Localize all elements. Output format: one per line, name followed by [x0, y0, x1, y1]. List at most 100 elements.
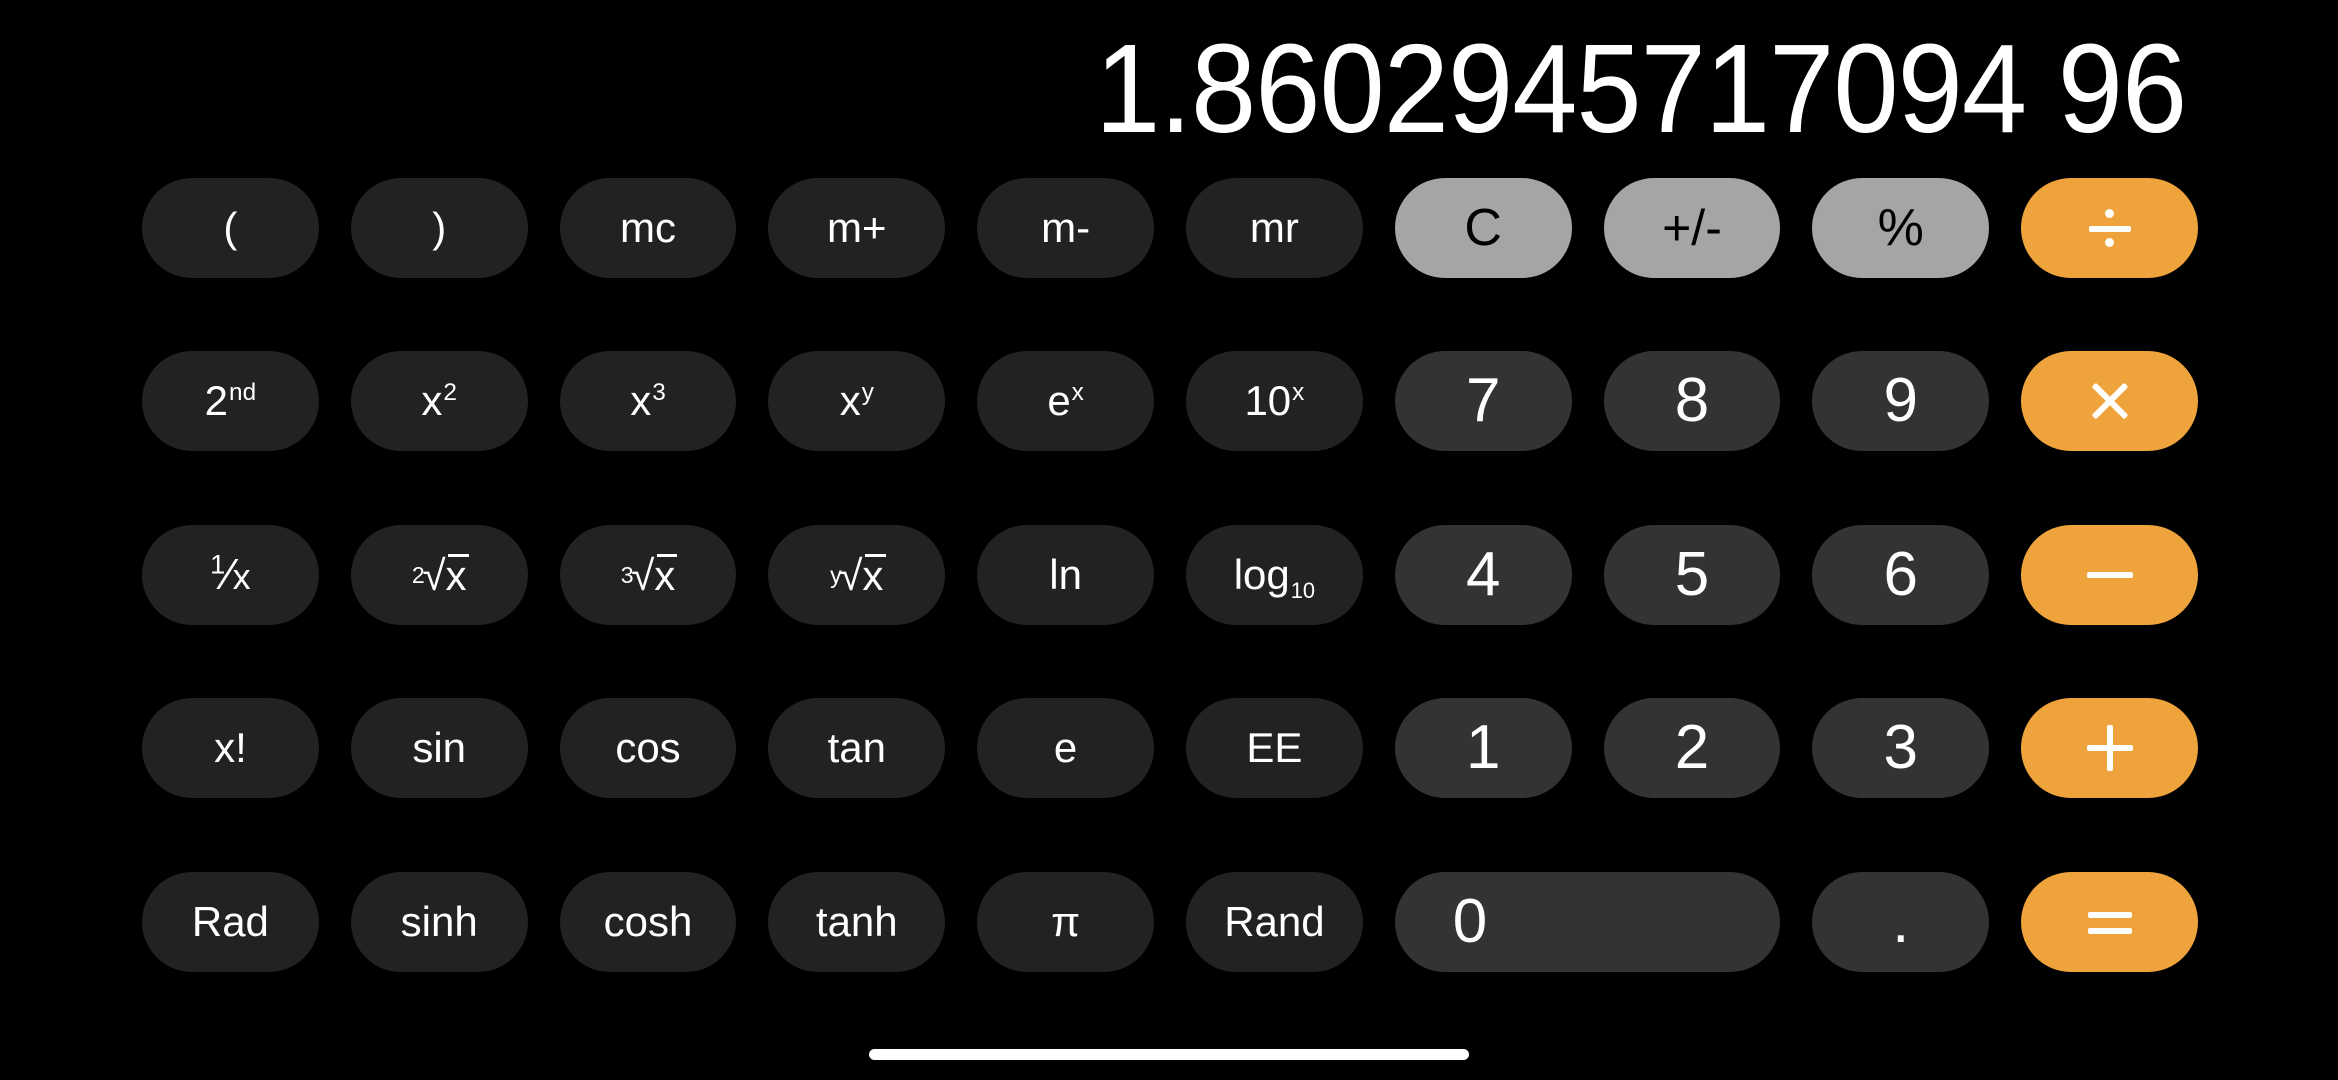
key-label: cosh	[603, 897, 693, 945]
key-label: )	[432, 204, 447, 251]
key-cube-root[interactable]: 3 √x	[559, 524, 737, 625]
key-label: 3	[1883, 713, 1919, 783]
key-label: Rand	[1224, 897, 1325, 945]
display-value: 1.8602945717094 96	[1094, 18, 2187, 159]
key-cube[interactable]: x3	[559, 351, 737, 452]
key-digit-6[interactable]: 6	[1812, 524, 1990, 625]
key-hyperbolic-cosine[interactable]: cosh	[559, 871, 737, 972]
key-memory-add[interactable]: m+	[768, 178, 946, 278]
key-label: x!	[214, 724, 247, 772]
key-clear[interactable]: C	[1394, 178, 1572, 278]
key-label: 2 √x	[411, 552, 469, 600]
key-label: 9	[1883, 366, 1919, 436]
key-percent[interactable]: %	[1812, 178, 1990, 278]
key-label: ex	[1047, 377, 1084, 425]
key-power-y[interactable]: xy	[768, 351, 946, 452]
minus-icon	[2083, 548, 2137, 602]
key-label: 3 √x	[620, 552, 678, 600]
key-digit-4[interactable]: 4	[1394, 524, 1572, 625]
key-label: tan	[827, 724, 886, 772]
key-exponent-entry[interactable]: EE	[1186, 698, 1363, 799]
key-digit-2[interactable]: 2	[1603, 698, 1781, 799]
key-label: m-	[1041, 204, 1091, 251]
calculator-app: 1.8602945717094 96 () mc m+ m-mr C +/-% 2nd x2 x…	[0, 0, 2338, 1080]
key-memory-recall[interactable]: mr	[1186, 178, 1363, 278]
key-label: y √x	[830, 552, 886, 600]
key-add[interactable]	[2021, 698, 2198, 799]
key-label: x3	[630, 377, 666, 425]
key-label: .	[1892, 886, 1910, 956]
key-sine[interactable]: sin	[350, 698, 528, 799]
home-indicator[interactable]	[869, 1048, 1469, 1060]
multiply-icon	[2083, 374, 2137, 428]
divide-icon	[2083, 201, 2137, 255]
key-label: mr	[1249, 204, 1299, 251]
key-hyperbolic-tangent[interactable]: tanh	[768, 871, 946, 972]
key-close-paren[interactable]: )	[350, 178, 528, 278]
key-multiply[interactable]	[2021, 351, 2198, 452]
home-indicator-area	[0, 1028, 2338, 1080]
equals-icon	[2083, 895, 2137, 949]
key-euler-e[interactable]: e	[977, 698, 1154, 799]
key-square[interactable]: x2	[350, 351, 528, 452]
key-label: xy	[839, 377, 874, 425]
key-equals[interactable]	[2021, 871, 2198, 972]
key-exp-e[interactable]: ex	[977, 351, 1154, 452]
key-label: 5	[1674, 539, 1710, 609]
key-label: e	[1053, 724, 1078, 772]
key-label: (	[223, 204, 238, 251]
key-decimal-point[interactable]: .	[1812, 871, 1990, 972]
key-square-root[interactable]: 2 √x	[350, 524, 528, 625]
key-label: 10x	[1244, 377, 1305, 425]
key-digit-8[interactable]: 8	[1603, 351, 1781, 452]
key-reciprocal[interactable]: 1⁄x	[142, 524, 319, 625]
key-natural-log[interactable]: ln	[977, 524, 1154, 625]
key-label: log10	[1233, 550, 1316, 604]
key-digit-3[interactable]: 3	[1812, 698, 1990, 799]
key-label: 2	[1674, 713, 1710, 783]
key-digit-0[interactable]: 0	[1394, 871, 1781, 972]
key-pi[interactable]: π	[977, 871, 1154, 972]
key-digit-1[interactable]: 1	[1394, 698, 1572, 799]
key-nth-root[interactable]: y √x	[768, 524, 946, 625]
key-sign-toggle[interactable]: +/-	[1603, 178, 1781, 278]
key-label: +/-	[1662, 200, 1722, 256]
plus-icon	[2083, 721, 2137, 775]
key-digit-7[interactable]: 7	[1394, 351, 1572, 452]
key-label: sinh	[400, 897, 478, 945]
key-label: π	[1051, 897, 1081, 945]
key-digit-9[interactable]: 9	[1812, 351, 1990, 452]
calculator-keypad: () mc m+ m-mr C +/-% 2nd x2 x3 xy ex 10x 7 8 9 1⁄x 2 √x 3 √…	[0, 178, 2338, 1028]
key-second-function[interactable]: 2nd	[142, 351, 319, 452]
key-tangent[interactable]: tan	[768, 698, 946, 799]
key-factorial[interactable]: x!	[142, 698, 319, 799]
key-memory-clear[interactable]: mc	[559, 178, 737, 278]
key-label: 8	[1674, 366, 1710, 436]
key-digit-5[interactable]: 5	[1603, 524, 1781, 625]
key-label: x2	[421, 377, 457, 425]
key-cosine[interactable]: cos	[559, 698, 737, 799]
key-exp-ten[interactable]: 10x	[1186, 351, 1363, 452]
key-label: 0	[1452, 886, 1488, 956]
key-label: 2nd	[204, 377, 257, 425]
key-label: C	[1464, 199, 1502, 257]
key-label: 7	[1465, 366, 1501, 436]
key-radian-mode[interactable]: Rad	[142, 871, 319, 972]
key-label: 1	[1465, 713, 1501, 783]
key-memory-subtract[interactable]: m-	[977, 178, 1154, 278]
key-hyperbolic-sine[interactable]: sinh	[350, 871, 528, 972]
key-label: 1⁄x	[210, 548, 251, 599]
key-label: EE	[1246, 724, 1303, 772]
key-label: mc	[619, 204, 676, 251]
key-subtract[interactable]	[2021, 524, 2198, 625]
key-label: %	[1877, 199, 1924, 257]
key-label: tanh	[815, 897, 898, 945]
key-label: 6	[1883, 539, 1919, 609]
key-label: m+	[827, 204, 887, 251]
key-label: cos	[615, 724, 681, 772]
key-label: Rad	[191, 897, 269, 945]
key-divide[interactable]	[2021, 178, 2198, 278]
key-open-paren[interactable]: (	[142, 178, 319, 278]
key-log-base-10[interactable]: log10	[1186, 524, 1363, 625]
key-random[interactable]: Rand	[1186, 871, 1363, 972]
